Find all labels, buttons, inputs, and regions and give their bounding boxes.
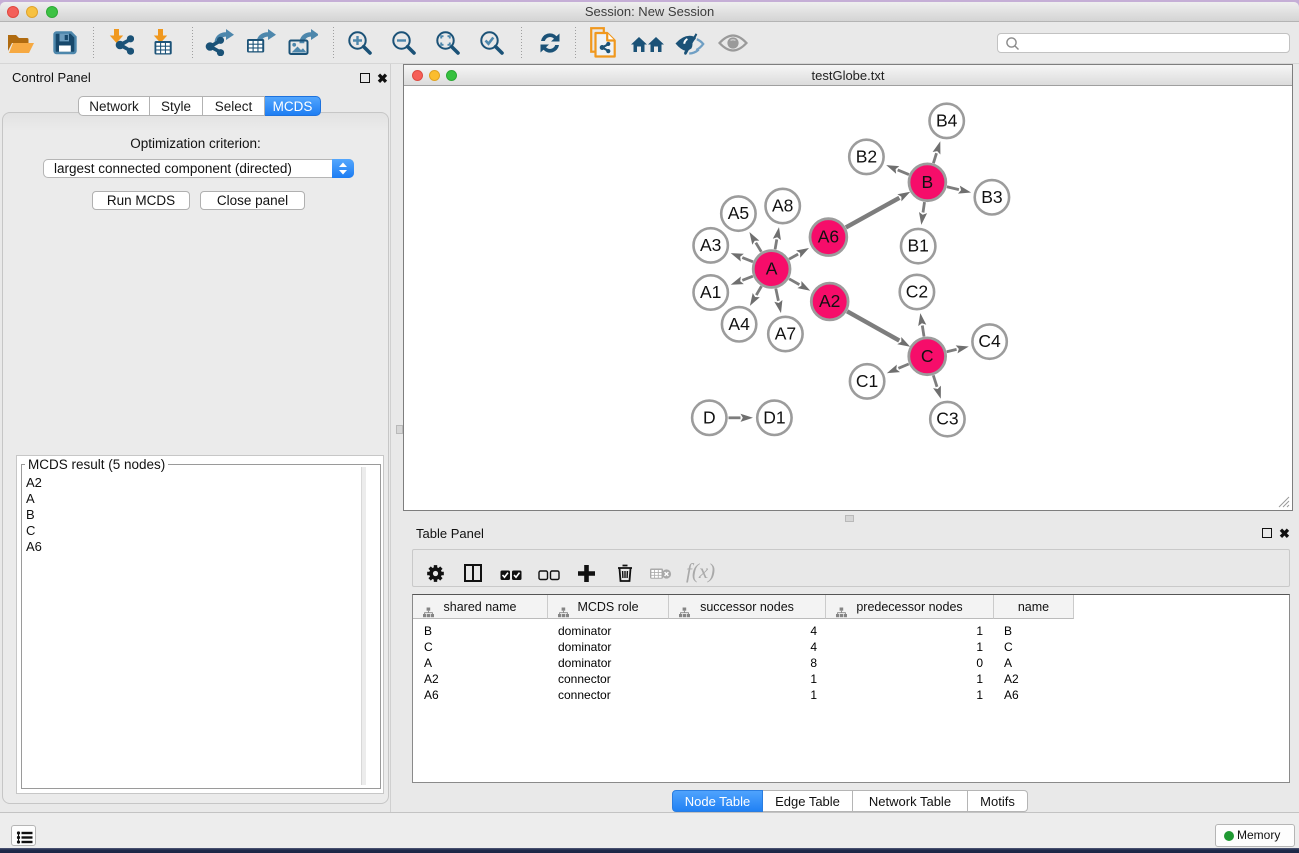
- svg-text:C3: C3: [936, 409, 958, 429]
- svg-text:B1: B1: [907, 236, 928, 256]
- svg-text:A4: A4: [728, 314, 750, 334]
- svg-text:A: A: [766, 259, 778, 279]
- svg-text:B3: B3: [981, 187, 1002, 207]
- svg-text:D1: D1: [763, 407, 785, 427]
- svg-text:D: D: [703, 407, 716, 427]
- svg-text:A5: A5: [728, 203, 749, 223]
- svg-text:A7: A7: [775, 324, 796, 344]
- svg-text:C4: C4: [978, 331, 1001, 351]
- svg-text:A6: A6: [818, 227, 839, 247]
- svg-text:A3: A3: [700, 235, 721, 255]
- svg-text:B4: B4: [936, 110, 958, 130]
- svg-text:A1: A1: [700, 282, 721, 302]
- svg-text:A2: A2: [819, 291, 840, 311]
- svg-text:B2: B2: [856, 146, 877, 166]
- svg-text:B: B: [922, 172, 934, 192]
- svg-text:C1: C1: [856, 371, 878, 391]
- svg-text:C: C: [921, 346, 934, 366]
- svg-text:C2: C2: [906, 282, 928, 302]
- svg-text:A8: A8: [772, 196, 793, 216]
